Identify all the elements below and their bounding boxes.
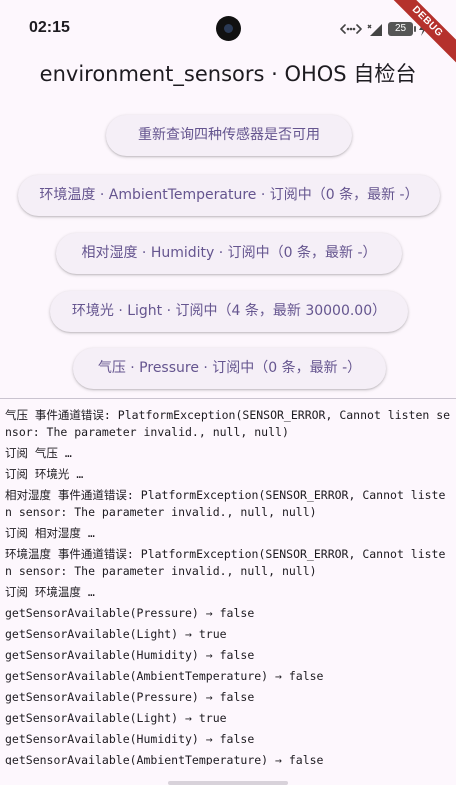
log-line: getSensorAvailable(Light) → true [5,627,227,641]
log-line: getSensorAvailable(AmbientTemperature) →… [5,753,324,765]
log-line: getSensorAvailable(Pressure) → false [5,606,255,620]
log-line: 订阅 环境温度 … [5,585,95,599]
log-line: getSensorAvailable(Humidity) → false [5,648,255,662]
event-log[interactable]: 气压 事件通道错误: PlatformException(SENSOR_ERRO… [5,407,451,765]
battery-icon: 25 [388,22,416,36]
humidity-button[interactable]: 相对湿度 · Humidity · 订阅中（0 条，最新 -） [56,233,402,274]
link-arrows-icon [340,24,362,34]
divider [0,398,456,399]
log-line: 订阅 环境光 … [5,467,84,481]
log-line: 订阅 气压 … [5,446,72,460]
wifi-x-icon [367,24,382,36]
status-time: 02:15 [29,19,70,36]
pressure-button[interactable]: 气压 · Pressure · 订阅中（0 条，最新 -） [73,348,386,389]
page-title: environment_sensors · OHOS 自检台 [39,62,417,86]
status-bar: 02:15 25 [0,0,456,58]
log-line: 气压 事件通道错误: PlatformException(SENSOR_ERRO… [5,408,451,439]
log-line: 订阅 相对湿度 … [5,526,95,540]
log-line: 相对湿度 事件通道错误: PlatformException(SENSOR_ER… [5,488,446,519]
log-line: getSensorAvailable(Humidity) → false [5,732,255,746]
home-indicator[interactable] [168,781,288,785]
charging-bolt-icon [419,22,427,36]
status-icons: 25 [340,20,428,38]
log-line: 环境温度 事件通道错误: PlatformException(SENSOR_ER… [5,547,446,578]
app-screen: 02:15 25 DEBUG environment_sensors · OHO… [0,0,456,785]
log-line: getSensorAvailable(AmbientTemperature) →… [5,669,324,683]
battery-level: 25 [394,23,407,34]
front-camera-cutout [216,16,241,41]
log-line: getSensorAvailable(Pressure) → false [5,690,255,704]
log-line: getSensorAvailable(Light) → true [5,711,227,725]
query-sensors-button[interactable]: 重新查询四种传感器是否可用 [106,115,352,156]
light-button[interactable]: 环境光 · Light · 订阅中（4 条，最新 30000.00） [50,291,408,332]
ambient-temperature-button[interactable]: 环境温度 · AmbientTemperature · 订阅中（0 条，最新 -… [18,175,440,216]
